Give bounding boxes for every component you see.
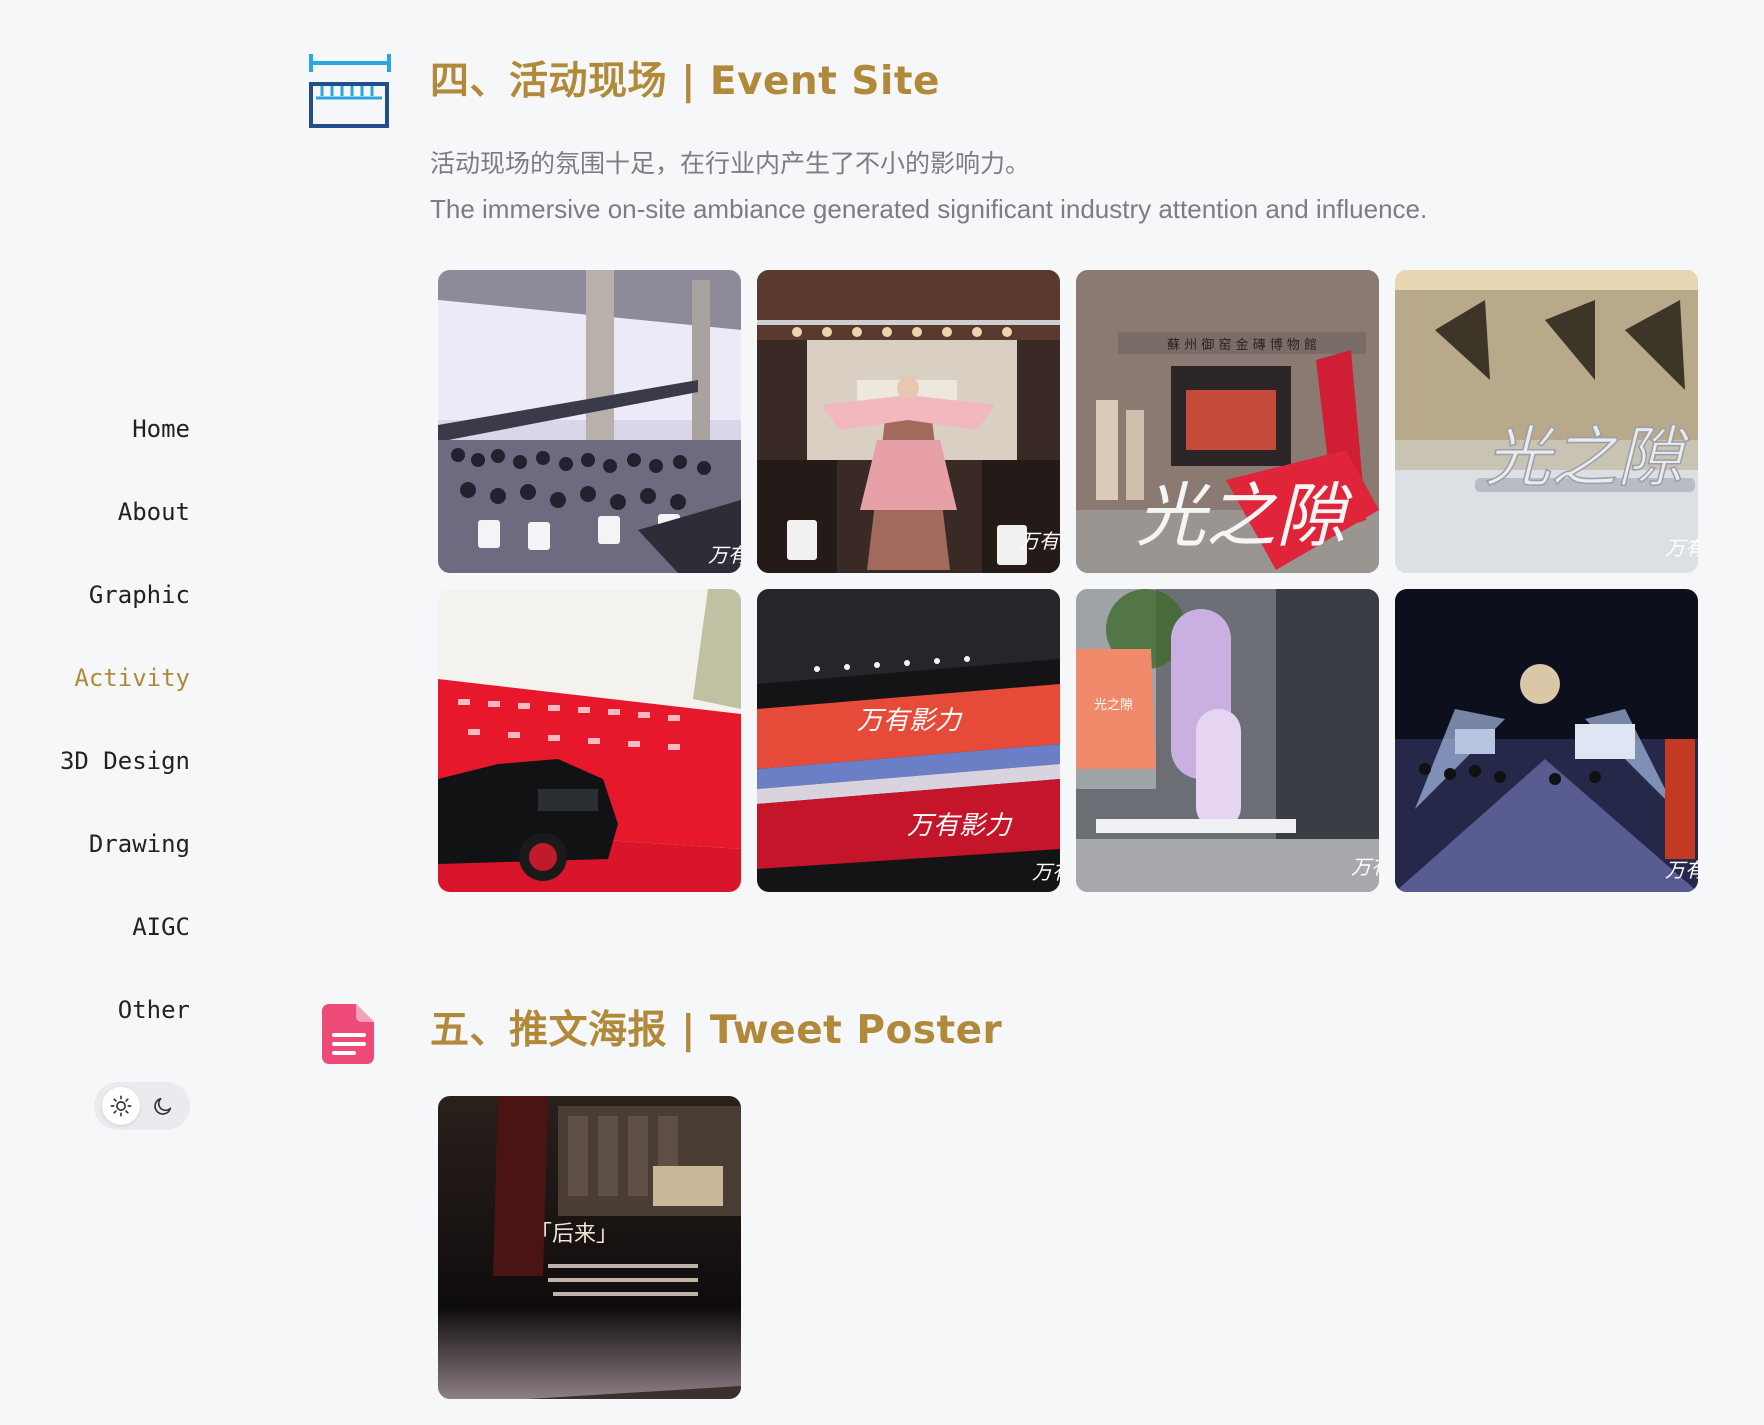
poster-gallery: 「后来」: [438, 1096, 741, 1399]
light-mode-button[interactable]: [102, 1087, 140, 1125]
portfolio-page: Home About Graphic Activity 3D Design Dr…: [0, 0, 1764, 1425]
section-title-tweet-poster: 五、推文海报 | Tweet Poster: [430, 1008, 1003, 1053]
watermark-text: 万有: [1019, 529, 1060, 553]
sidebar-nav: Home About Graphic Activity 3D Design Dr…: [60, 404, 190, 1068]
logo-overlay-text: 光之隙: [1094, 698, 1133, 713]
event-photo-runway-audience[interactable]: 万有: [438, 270, 741, 573]
section-title-event-site: 四、活动现场 | Event Site: [430, 59, 940, 104]
section-description-cn: 活动现场的氛围十足，在行业内产生了不小的影响力。: [430, 150, 1031, 178]
svg-text:万有: 万有: [1665, 536, 1698, 560]
event-photo-logo-sculpture[interactable]: 光之隙 万有: [1395, 270, 1698, 573]
document-icon: [322, 1004, 374, 1064]
logo-overlay-text: 万有影力: [857, 706, 963, 736]
nav-item-drawing[interactable]: Drawing: [60, 819, 190, 902]
museum-sign-text: 蘇 州 御 窑 金 磚 博 物 館: [1167, 337, 1317, 353]
logo-overlay-text: 光之隙: [1485, 419, 1690, 496]
logo-overlay-text: 光之隙: [1136, 475, 1353, 557]
nav-item-graphic[interactable]: Graphic: [60, 570, 190, 653]
nav-item-aigc[interactable]: AIGC: [60, 902, 190, 985]
sidebar: Home About Graphic Activity 3D Design Dr…: [0, 0, 210, 1425]
svg-text:万有影力: 万有影力: [907, 811, 1013, 841]
poster-thumbnail[interactable]: 「后来」: [438, 1096, 741, 1399]
nav-item-home[interactable]: Home: [60, 404, 190, 487]
event-photo-red-carpet-car[interactable]: [438, 589, 741, 892]
nav-item-activity[interactable]: Activity: [60, 653, 190, 736]
svg-text:万有: 万有: [1032, 860, 1060, 884]
moon-icon: [154, 1097, 172, 1115]
watermark-text: 万有: [1665, 858, 1698, 882]
nav-item-3d-design[interactable]: 3D Design: [60, 736, 190, 819]
watermark-text: 万有: [708, 543, 741, 567]
event-photo-signage-installation[interactable]: 光之隙 万有: [1076, 589, 1379, 892]
sun-icon: [110, 1095, 132, 1117]
event-photo-night-stage[interactable]: 万有: [1395, 589, 1698, 892]
svg-text:万有: 万有: [1351, 855, 1379, 879]
section-description-en: The immersive on-site ambiance generated…: [430, 194, 1428, 224]
poster-heading: 「后来」: [530, 1222, 618, 1247]
event-photo-fashion-model[interactable]: 万有: [757, 270, 1060, 573]
theme-toggle: [94, 1082, 190, 1130]
ruler-icon: [309, 54, 391, 128]
event-photo-led-screen[interactable]: 万有影力 万有影力 万有: [757, 589, 1060, 892]
dark-mode-button[interactable]: [144, 1087, 182, 1125]
event-photo-museum-entrance[interactable]: 蘇 州 御 窑 金 磚 博 物 館 光之隙: [1076, 270, 1379, 573]
event-photo-gallery: 万有: [438, 270, 1698, 892]
nav-item-other[interactable]: Other: [60, 985, 190, 1068]
nav-item-about[interactable]: About: [60, 487, 190, 570]
